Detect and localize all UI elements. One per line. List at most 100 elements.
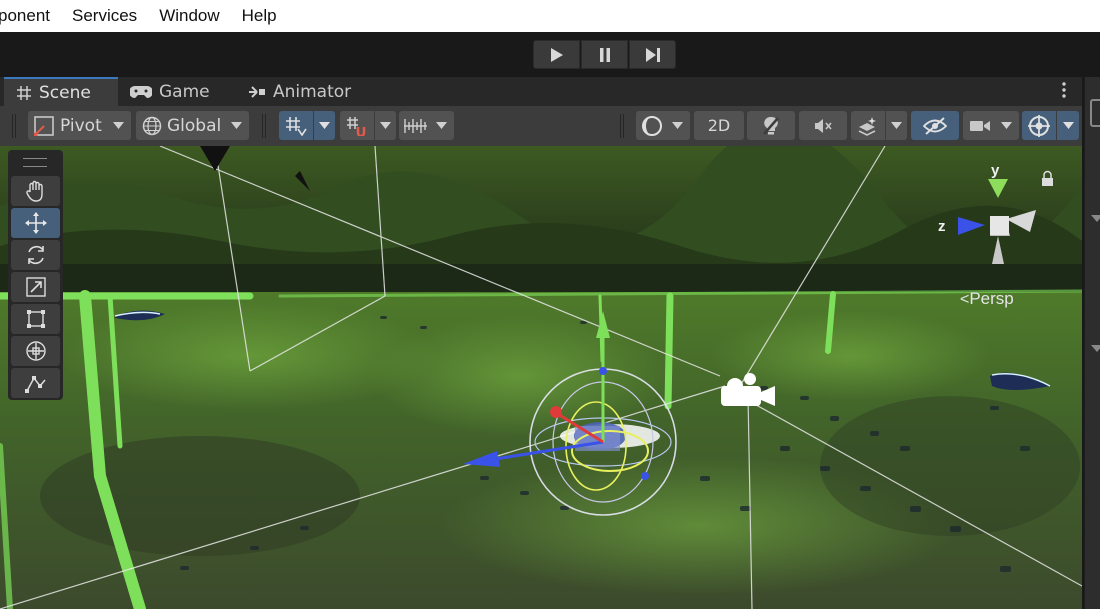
video-camera-icon [970,120,990,131]
light-bulb-off-icon [763,116,779,135]
increment-snap-dropdown[interactable] [375,111,396,140]
persp-label: Persp [969,289,1014,308]
chevron-down-icon [436,122,447,129]
chevron-down-icon [672,122,683,129]
pivot-dropdown[interactable]: Pivot [28,111,131,140]
audio-toggle[interactable] [799,111,847,140]
more-options-icon[interactable] [1062,82,1068,98]
animator-icon [248,85,266,99]
tab-animator[interactable]: Animator [248,77,368,106]
menu-services[interactable]: Services [72,6,137,26]
menu-help[interactable]: Help [242,6,277,26]
toolbar-separator [620,114,624,138]
custom-tool-icon [24,376,46,393]
scene-render[interactable] [0,146,1082,609]
grid-snap-dropdown[interactable] [314,111,335,140]
terrain-light [370,316,670,436]
transform-icon [25,341,46,361]
panel-grip[interactable] [23,158,47,167]
gizmo-globe-icon [1028,114,1050,137]
scene-toolbar: Pivot Global 2D [0,106,1082,147]
grid-snap-toggle[interactable] [279,111,313,140]
tab-bar: Scene Game Animator [0,77,1082,106]
tab-scene[interactable]: Scene [4,77,118,106]
tab-game[interactable]: Game [130,77,240,106]
gizmos-dropdown[interactable] [1057,111,1079,140]
rect-tool-button[interactable] [11,304,60,334]
panel-icon[interactable] [1090,99,1100,127]
menu-bar: ponent Services Window Help [0,0,1100,32]
gizmo-y-label: y [991,162,1000,179]
shading-sphere-icon [642,115,662,136]
move-tool-button[interactable] [11,208,60,238]
global-label: Global [167,115,222,136]
rotate-icon [27,245,44,265]
transform-tool-button[interactable] [11,336,60,366]
hand-tool-button[interactable] [11,176,60,206]
play-bar [0,32,1100,77]
grid-snap-icon [286,116,307,136]
chevron-down-icon [380,122,391,129]
rect-icon [26,310,45,328]
toolbar-separator [262,114,266,138]
gizmo-z-label: z [938,218,946,235]
step-button[interactable] [629,40,676,69]
gizmo-handle[interactable] [641,472,649,480]
move-icon [24,212,47,234]
pause-button[interactable] [581,40,628,69]
rotate-tool-button[interactable] [11,240,60,270]
tab-scene-label: Scene [39,82,91,103]
tool-panel [8,150,63,400]
draw-mode-dropdown[interactable] [636,111,690,140]
forest-shadow [0,264,1082,294]
global-dropdown[interactable]: Global [136,111,249,140]
pause-icon [599,47,610,62]
effects-layers-icon [858,116,876,136]
terrain-shadow [820,396,1080,536]
hash-icon [16,85,32,101]
chevron-down-icon [891,122,902,129]
toolbar-grip [12,114,16,138]
chevron-down-icon [231,122,242,129]
grid-visibility-dropdown[interactable] [399,111,454,140]
play-icon [550,47,563,62]
projection-toggle[interactable]: <Persp [960,289,1014,309]
scale-tool-button[interactable] [11,272,60,302]
menu-component[interactable]: ponent [0,6,50,26]
tab-game-label: Game [159,81,210,102]
chevron-down-icon [1062,122,1074,129]
scene-visibility-toggle[interactable] [911,111,959,140]
pivot-label: Pivot [60,115,102,136]
terrain-shadow [40,436,360,556]
eye-hidden-icon [923,116,947,135]
lighting-toggle[interactable] [747,111,795,140]
pivot-icon [34,115,54,136]
audio-mute-icon [815,118,832,133]
gamepad-icon [130,85,152,99]
collapse-icon[interactable] [1091,215,1100,222]
chevron-down-icon [113,122,124,129]
2d-toggle-button[interactable]: 2D [694,111,744,140]
chevron-left-icon: < [960,291,970,308]
increment-snap-toggle[interactable] [340,111,374,140]
collapse-icon[interactable] [1091,345,1100,352]
gizmo-handle[interactable] [599,367,607,375]
custom-tool-button[interactable] [11,368,60,398]
play-button[interactable] [533,40,580,69]
inspector-edge-panel [1084,77,1100,609]
chevron-down-icon [1001,122,1012,129]
scene-camera-dropdown[interactable] [963,111,1019,140]
chevron-down-icon [319,122,330,129]
menu-window[interactable]: Window [159,6,219,26]
effects-dropdown[interactable] [886,111,907,140]
hand-icon [25,180,43,202]
effects-toggle[interactable] [851,111,885,140]
2d-label: 2D [707,116,731,135]
globe-icon [142,116,162,135]
gizmos-toggle[interactable] [1022,111,1056,140]
step-icon [645,47,660,62]
tab-animator-label: Animator [273,81,352,102]
scale-icon [25,277,46,297]
scene-viewport[interactable]: y z [0,146,1082,609]
play-controls [533,40,677,69]
